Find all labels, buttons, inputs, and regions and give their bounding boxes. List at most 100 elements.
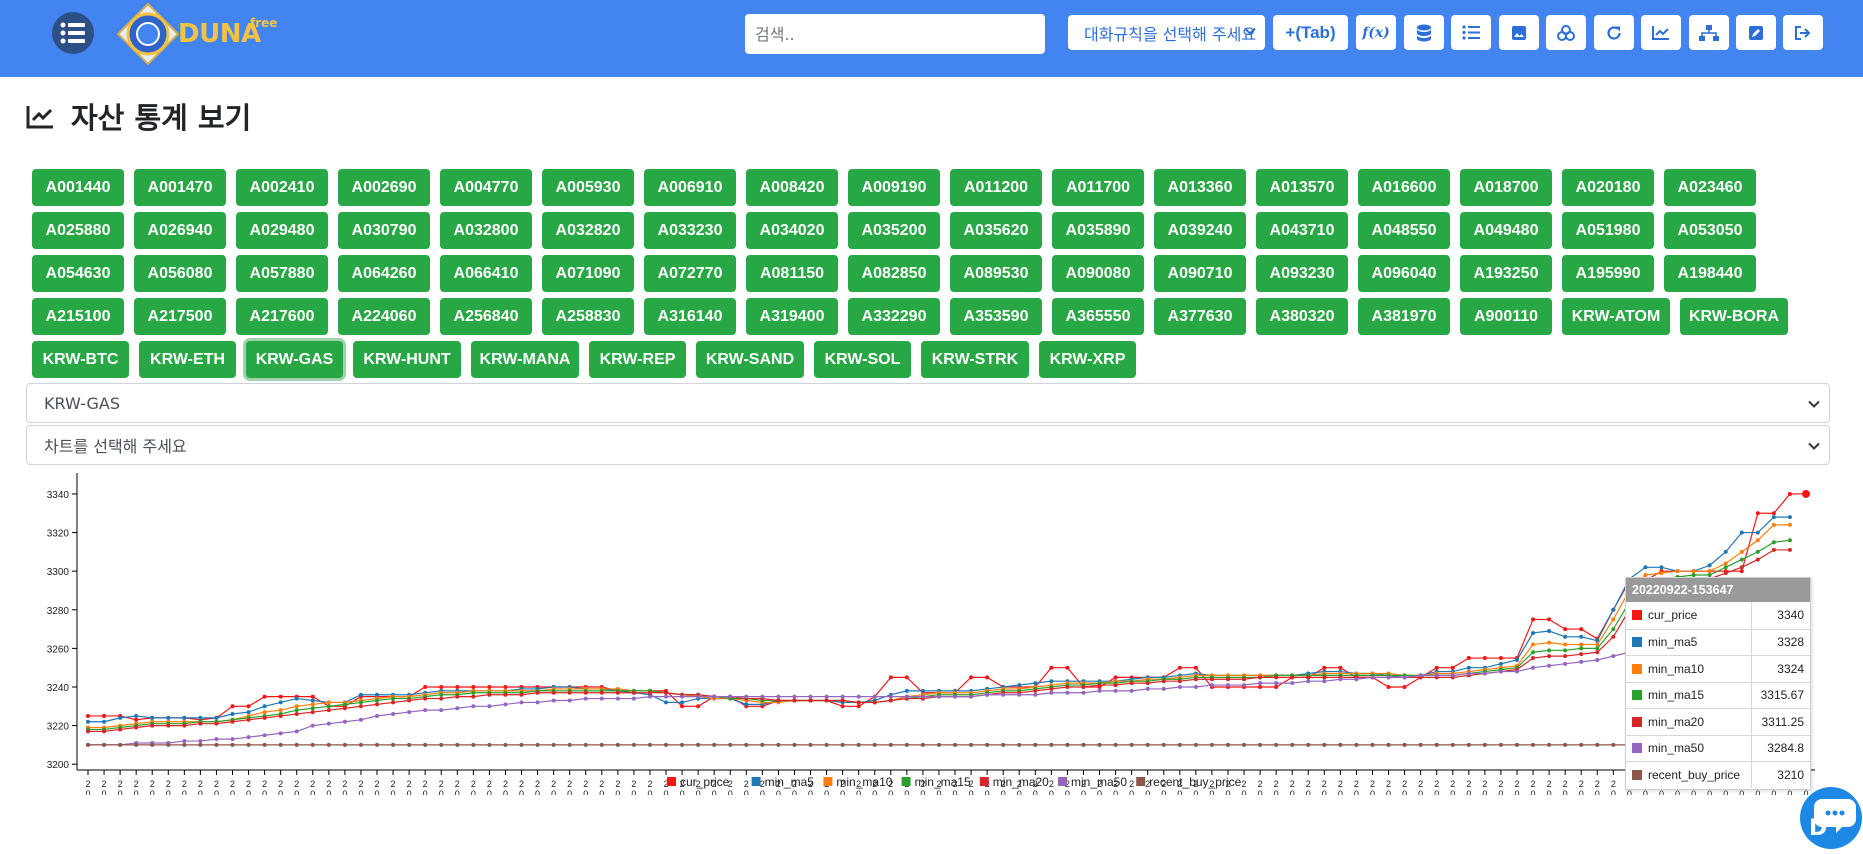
chart-select[interactable]: 차트를 선택해 주세요 bbox=[26, 425, 1830, 465]
asset-button-krw-strk[interactable]: KRW-STRK bbox=[921, 341, 1029, 378]
list-button[interactable] bbox=[1451, 15, 1491, 50]
asset-button-a011200[interactable]: A011200 bbox=[950, 169, 1042, 206]
asset-button-a093230[interactable]: A093230 bbox=[1256, 255, 1348, 292]
asset-button-a035200[interactable]: A035200 bbox=[848, 212, 940, 249]
asset-button-krw-xrp[interactable]: KRW-XRP bbox=[1039, 341, 1136, 378]
asset-button-a018700[interactable]: A018700 bbox=[1460, 169, 1552, 206]
asset-button-a215100[interactable]: A215100 bbox=[32, 298, 124, 335]
asset-button-a023460[interactable]: A023460 bbox=[1664, 169, 1756, 206]
search-input[interactable] bbox=[745, 14, 1045, 54]
asset-button-a377630[interactable]: A377630 bbox=[1154, 298, 1246, 335]
asset-button-krw-gas[interactable]: KRW-GAS bbox=[246, 341, 343, 378]
asset-button-a056080[interactable]: A056080 bbox=[134, 255, 226, 292]
asset-button-krw-btc[interactable]: KRW-BTC bbox=[32, 341, 129, 378]
asset-button-a033230[interactable]: A033230 bbox=[644, 212, 736, 249]
asset-button-a026940[interactable]: A026940 bbox=[134, 212, 226, 249]
asset-button-a082850[interactable]: A082850 bbox=[848, 255, 940, 292]
asset-button-a090710[interactable]: A090710 bbox=[1154, 255, 1246, 292]
duna-logo[interactable]: DUNA free bbox=[116, 2, 286, 66]
asset-button-krw-hunt[interactable]: KRW-HUNT bbox=[353, 341, 461, 378]
edit-button[interactable] bbox=[1736, 15, 1776, 50]
asset-button-a005930[interactable]: A005930 bbox=[542, 169, 634, 206]
logout-button[interactable] bbox=[1783, 15, 1823, 50]
asset-button-a025880[interactable]: A025880 bbox=[32, 212, 124, 249]
asset-button-a009190[interactable]: A009190 bbox=[848, 169, 940, 206]
asset-button-krw-atom[interactable]: KRW-ATOM bbox=[1562, 298, 1670, 335]
asset-button-a032800[interactable]: A032800 bbox=[440, 212, 532, 249]
asset-button-a353590[interactable]: A353590 bbox=[950, 298, 1042, 335]
asset-button-a258830[interactable]: A258830 bbox=[542, 298, 634, 335]
asset-button-a035890[interactable]: A035890 bbox=[1052, 212, 1144, 249]
asset-button-a217500[interactable]: A217500 bbox=[134, 298, 226, 335]
asset-button-krw-sol[interactable]: KRW-SOL bbox=[814, 341, 911, 378]
asset-button-a051980[interactable]: A051980 bbox=[1562, 212, 1654, 249]
cluster-button[interactable] bbox=[1546, 15, 1586, 50]
asset-button-a053050[interactable]: A053050 bbox=[1664, 212, 1756, 249]
asset-button-a008420[interactable]: A008420 bbox=[746, 169, 838, 206]
data-point bbox=[230, 742, 235, 747]
y-tick-label: 3320 bbox=[47, 529, 70, 540]
line-chart-button[interactable] bbox=[1641, 15, 1681, 50]
asset-button-a071090[interactable]: A071090 bbox=[542, 255, 634, 292]
asset-button-a198440[interactable]: A198440 bbox=[1664, 255, 1756, 292]
asset-button-a013570[interactable]: A013570 bbox=[1256, 169, 1348, 206]
asset-button-a064260[interactable]: A064260 bbox=[338, 255, 430, 292]
asset-button-a049480[interactable]: A049480 bbox=[1460, 212, 1552, 249]
asset-button-a029480[interactable]: A029480 bbox=[236, 212, 328, 249]
asset-button-a039240[interactable]: A039240 bbox=[1154, 212, 1246, 249]
asset-button-a016600[interactable]: A016600 bbox=[1358, 169, 1450, 206]
asset-button-a316140[interactable]: A316140 bbox=[644, 298, 736, 335]
asset-button-a380320[interactable]: A380320 bbox=[1256, 298, 1348, 335]
asset-button-a001440[interactable]: A001440 bbox=[32, 169, 124, 206]
asset-button-a001470[interactable]: A001470 bbox=[134, 169, 226, 206]
asset-button-a217600[interactable]: A217600 bbox=[236, 298, 328, 335]
network-button[interactable] bbox=[1689, 15, 1729, 50]
asset-button-krw-bora[interactable]: KRW-BORA bbox=[1680, 298, 1788, 335]
asset-button-a002690[interactable]: A002690 bbox=[338, 169, 430, 206]
asset-select[interactable]: KRW-GAS bbox=[26, 383, 1830, 423]
asset-button-a004770[interactable]: A004770 bbox=[440, 169, 532, 206]
asset-statistics-chart[interactable]: 3200322032403260328033003320334020020020… bbox=[0, 465, 1863, 795]
asset-button-a072770[interactable]: A072770 bbox=[644, 255, 736, 292]
asset-button-a090080[interactable]: A090080 bbox=[1052, 255, 1144, 292]
function-button[interactable]: f(x) bbox=[1356, 15, 1396, 50]
asset-button-a006910[interactable]: A006910 bbox=[644, 169, 736, 206]
asset-button-a048550[interactable]: A048550 bbox=[1358, 212, 1450, 249]
refresh-button[interactable] bbox=[1594, 15, 1634, 50]
add-tab-button[interactable]: +(Tab) bbox=[1273, 15, 1348, 50]
asset-button-a193250[interactable]: A193250 bbox=[1460, 255, 1552, 292]
asset-button-a011700[interactable]: A011700 bbox=[1052, 169, 1144, 206]
asset-button-a319400[interactable]: A319400 bbox=[746, 298, 838, 335]
asset-button-a030790[interactable]: A030790 bbox=[338, 212, 430, 249]
database-button[interactable] bbox=[1404, 15, 1444, 50]
asset-button-a043710[interactable]: A043710 bbox=[1256, 212, 1348, 249]
asset-button-a224060[interactable]: A224060 bbox=[338, 298, 430, 335]
asset-button-a035620[interactable]: A035620 bbox=[950, 212, 1042, 249]
asset-button-a013360[interactable]: A013360 bbox=[1154, 169, 1246, 206]
asset-button-a195990[interactable]: A195990 bbox=[1562, 255, 1654, 292]
asset-button-a900110[interactable]: A900110 bbox=[1460, 298, 1552, 335]
data-point bbox=[840, 742, 845, 747]
asset-button-krw-sand[interactable]: KRW-SAND bbox=[696, 341, 804, 378]
asset-button-a034020[interactable]: A034020 bbox=[746, 212, 838, 249]
asset-button-a365550[interactable]: A365550 bbox=[1052, 298, 1144, 335]
asset-button-a020180[interactable]: A020180 bbox=[1562, 169, 1654, 206]
asset-button-a096040[interactable]: A096040 bbox=[1358, 255, 1450, 292]
asset-button-krw-mana[interactable]: KRW-MANA bbox=[471, 341, 579, 378]
menu-toggle-button[interactable] bbox=[52, 12, 94, 54]
asset-button-krw-eth[interactable]: KRW-ETH bbox=[139, 341, 236, 378]
asset-button-a054630[interactable]: A054630 bbox=[32, 255, 124, 292]
asset-button-a066410[interactable]: A066410 bbox=[440, 255, 532, 292]
asset-button-a002410[interactable]: A002410 bbox=[236, 169, 328, 206]
asset-button-a057880[interactable]: A057880 bbox=[236, 255, 328, 292]
asset-button-a089530[interactable]: A089530 bbox=[950, 255, 1042, 292]
image-button[interactable] bbox=[1499, 15, 1539, 50]
chat-button[interactable]: D bbox=[1800, 787, 1862, 849]
asset-button-a032820[interactable]: A032820 bbox=[542, 212, 634, 249]
asset-button-a381970[interactable]: A381970 bbox=[1358, 298, 1450, 335]
asset-button-a332290[interactable]: A332290 bbox=[848, 298, 940, 335]
asset-button-a081150[interactable]: A081150 bbox=[746, 255, 838, 292]
asset-button-a256840[interactable]: A256840 bbox=[440, 298, 532, 335]
asset-button-krw-rep[interactable]: KRW-REP bbox=[589, 341, 686, 378]
conversation-rule-select[interactable]: 대화규칙을 선택해 주세요 bbox=[1068, 15, 1265, 50]
